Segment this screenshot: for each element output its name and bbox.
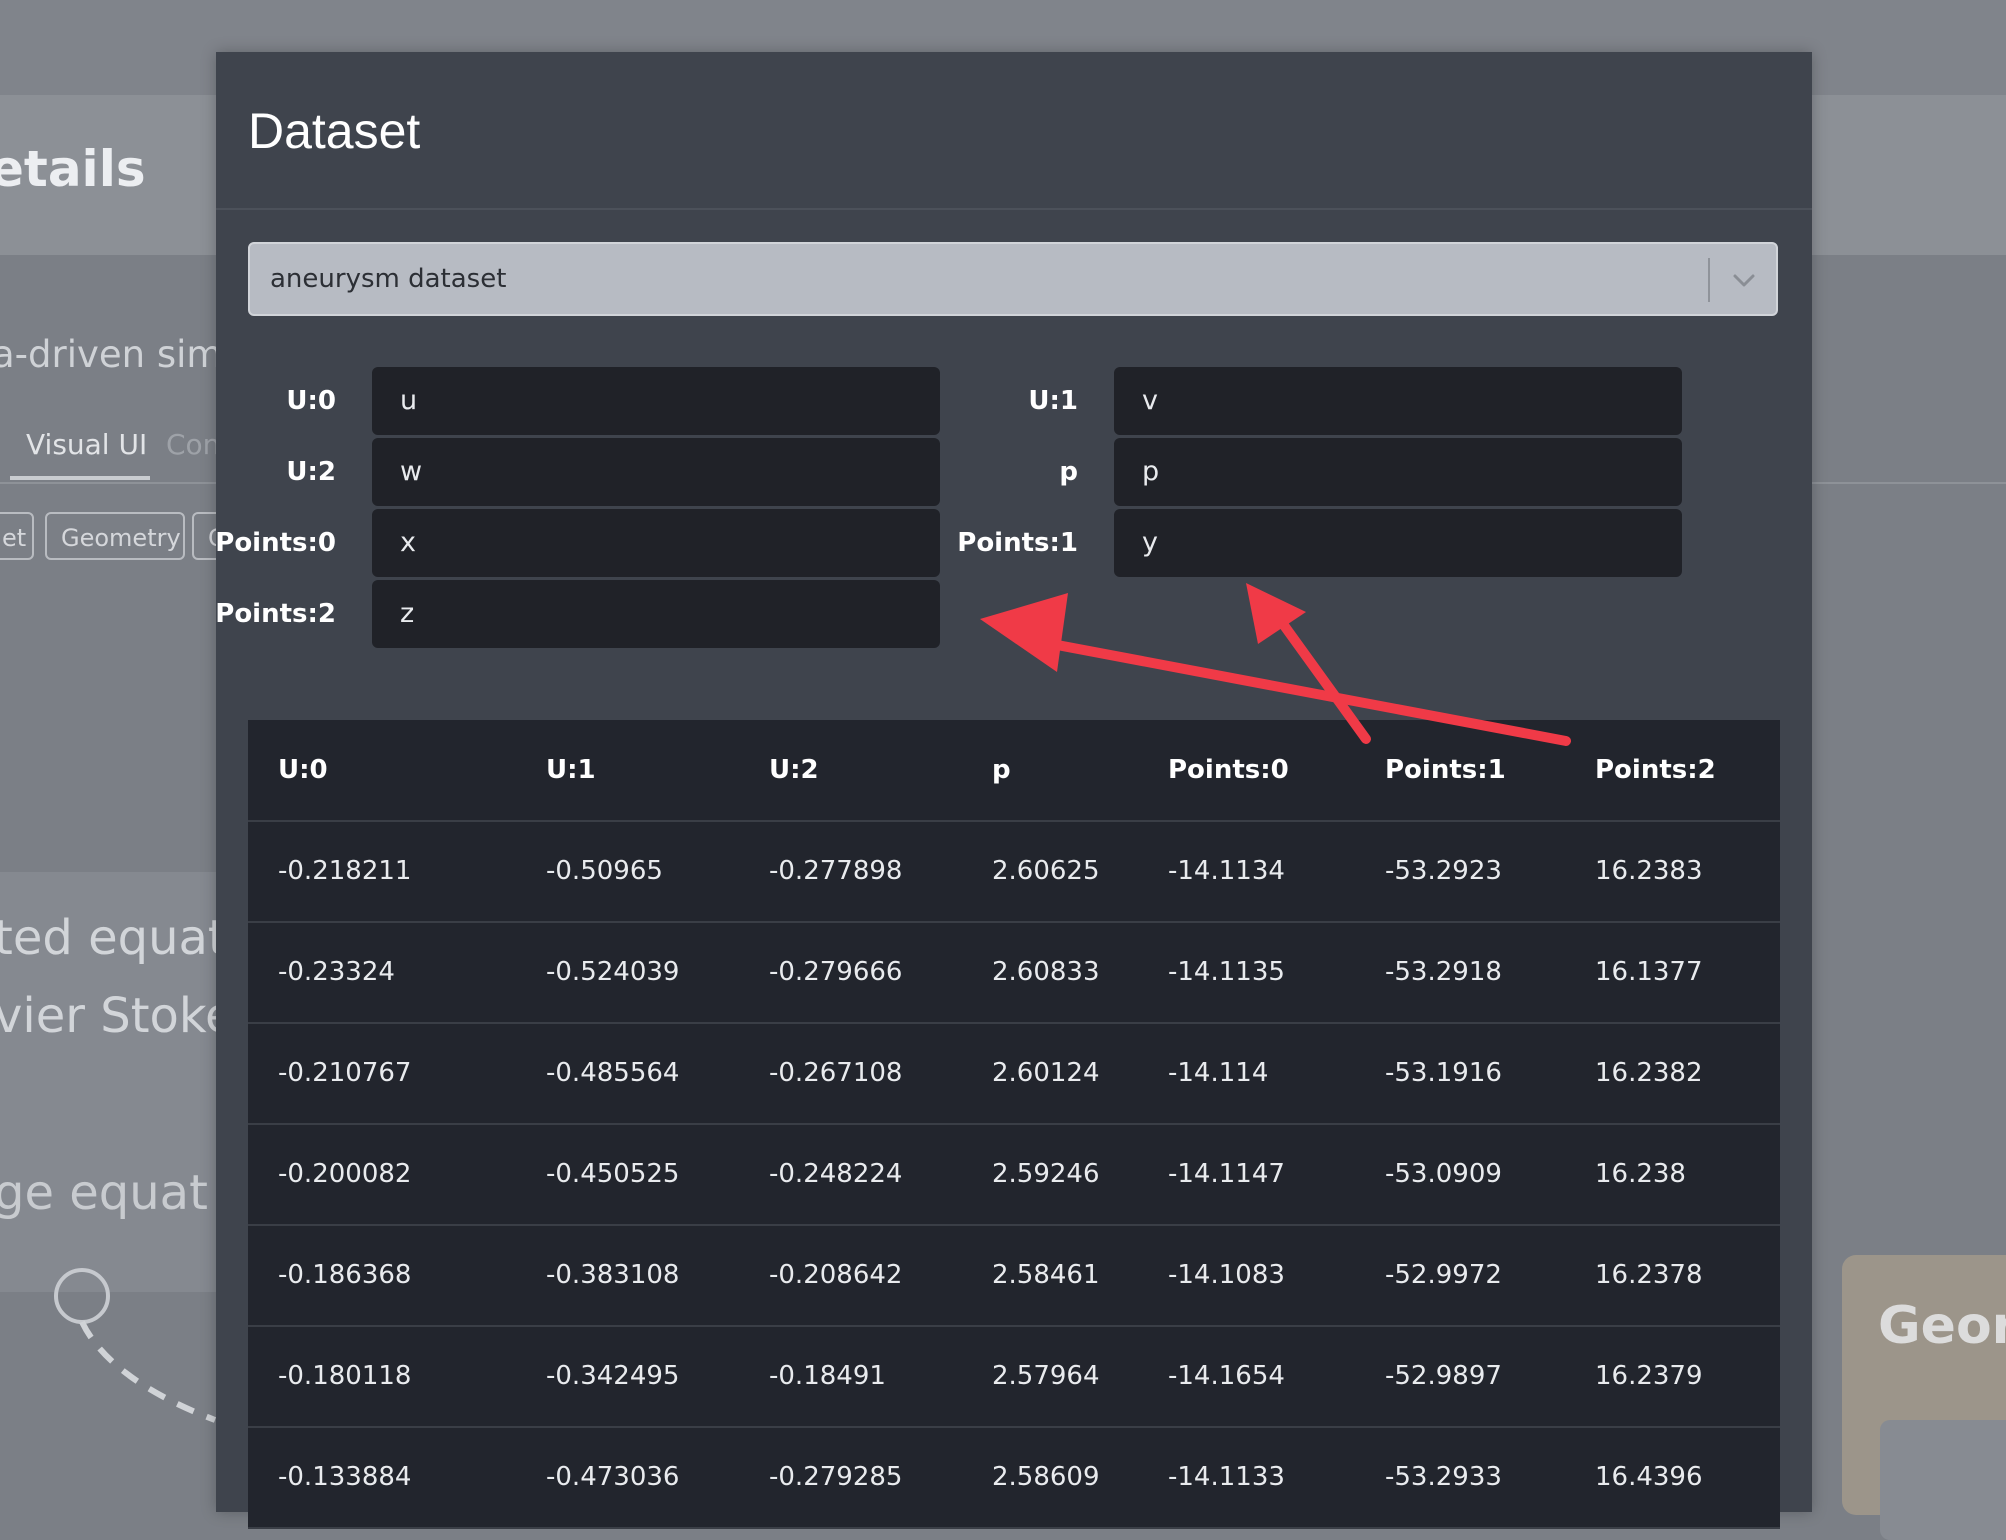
annotation-arrows bbox=[980, 583, 1571, 746]
arrow-to-points1-icon bbox=[1246, 583, 1371, 744]
